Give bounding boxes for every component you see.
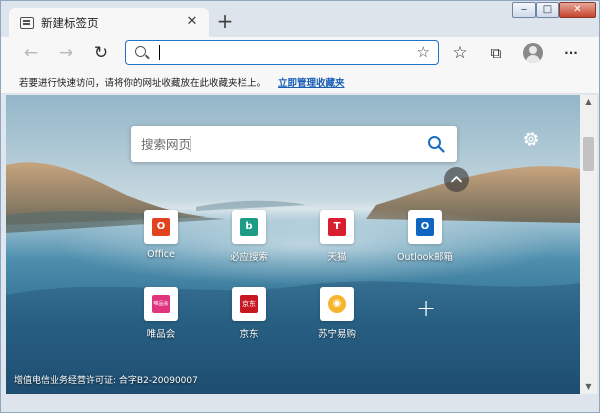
- minimize-button[interactable]: ‒: [512, 2, 536, 18]
- web-search-input[interactable]: [141, 134, 391, 154]
- more-icon: ···: [564, 46, 578, 60]
- arrow-right-icon: →: [58, 43, 74, 63]
- chevron-up-icon: [451, 176, 462, 183]
- web-search-box[interactable]: [131, 126, 457, 162]
- quick-link-tile: O: [408, 210, 442, 244]
- new-tab-page-icon: [20, 17, 34, 29]
- close-tab-icon[interactable]: ✕: [183, 13, 201, 31]
- vip-icon: 唯品会: [152, 295, 170, 313]
- favorites-bar: 若要进行快速访问，请将你的网址收藏放在此收藏夹栏上。 立即管理收藏夹: [1, 70, 599, 94]
- quick-link-office[interactable]: O Office: [126, 210, 196, 260]
- browser-window: 新建标签页 ✕ + ‒ □ ✕ ← → ↻ ☆ ☆ ⧉ ··· 若要进行快速访问…: [0, 0, 600, 413]
- quick-link-label: 天猫: [327, 252, 347, 263]
- tmall-icon: T: [328, 218, 346, 236]
- manage-favorites-link[interactable]: 立即管理收藏夹: [278, 75, 345, 89]
- tab-strip: 新建标签页 ✕ + ‒ □ ✕: [1, 1, 599, 37]
- search-icon: [135, 46, 146, 57]
- close-window-button[interactable]: ✕: [559, 2, 596, 18]
- quick-link-suning[interactable]: ◉ 苏宁易购: [302, 287, 372, 340]
- refresh-icon: ↻: [93, 43, 109, 63]
- license-footer: 增值电信业务经营许可证: 合字B2-20090007: [14, 376, 198, 386]
- back-button[interactable]: ←: [19, 42, 43, 64]
- minimize-icon: ‒: [520, 4, 528, 15]
- collapse-button[interactable]: [444, 167, 469, 192]
- gear-icon[interactable]: [521, 129, 541, 149]
- bing-icon: b: [240, 218, 258, 236]
- search-icon[interactable]: [427, 135, 445, 153]
- navigation-toolbar: ← → ↻ ☆ ☆ ⧉ ···: [1, 37, 599, 70]
- plus-icon: +: [415, 294, 437, 322]
- quick-link-label: Office: [147, 249, 175, 260]
- quick-link-tile: 唯品会: [144, 287, 178, 321]
- arrow-left-icon: ←: [23, 43, 39, 63]
- quick-link-bing[interactable]: b 必应搜索: [214, 210, 284, 263]
- tab-new-tab[interactable]: 新建标签页 ✕: [9, 8, 209, 37]
- quick-link-label: 唯品会: [146, 329, 176, 340]
- profile-avatar[interactable]: [523, 43, 543, 63]
- quick-link-tile: b: [232, 210, 266, 244]
- collections-button[interactable]: ⧉: [484, 42, 508, 64]
- add-quick-link-button[interactable]: +: [412, 295, 440, 323]
- maximize-button[interactable]: □: [536, 2, 559, 18]
- quick-link-label: 必应搜索: [229, 252, 268, 263]
- quick-link-outlook[interactable]: O Outlook邮箱: [390, 210, 460, 263]
- jd-icon: 京东: [240, 295, 258, 313]
- address-input[interactable]: [158, 43, 408, 61]
- favorites-star-icon: ☆: [452, 43, 468, 63]
- new-tab-button[interactable]: +: [212, 9, 238, 35]
- close-icon: ✕: [573, 4, 582, 15]
- office-icon: O: [152, 218, 170, 236]
- suning-icon: ◉: [328, 295, 346, 313]
- text-caret: [159, 45, 160, 60]
- outlook-icon: O: [416, 218, 434, 236]
- search-divider: [190, 136, 191, 152]
- add-favorite-icon[interactable]: ☆: [417, 43, 430, 61]
- quick-link-tile: 京东: [232, 287, 266, 321]
- forward-button[interactable]: →: [54, 42, 78, 64]
- collections-icon: ⧉: [490, 44, 502, 62]
- quick-link-label: 苏宁易购: [317, 329, 356, 340]
- quick-link-tmall[interactable]: T 天猫: [302, 210, 372, 263]
- refresh-button[interactable]: ↻: [89, 42, 113, 64]
- scroll-up-arrow-icon[interactable]: ▲: [580, 95, 597, 109]
- quick-link-tile: ◉: [320, 287, 354, 321]
- address-bar[interactable]: ☆: [125, 40, 439, 65]
- quick-link-label: 京东: [239, 329, 259, 340]
- scroll-down-arrow-icon[interactable]: ▼: [580, 380, 597, 394]
- vertical-scrollbar[interactable]: ▲ ▼: [580, 95, 597, 394]
- settings-menu-button[interactable]: ···: [559, 42, 583, 64]
- maximize-icon: □: [542, 4, 553, 15]
- favorites-button[interactable]: ☆: [448, 42, 472, 64]
- quick-link-tile: T: [320, 210, 354, 244]
- quick-link-vip[interactable]: 唯品会 唯品会: [126, 287, 196, 340]
- new-tab-page: O Office b 必应搜索 T 天猫 O Outlook邮箱 唯品会: [6, 95, 580, 394]
- quick-link-label: Outlook邮箱: [397, 252, 453, 263]
- window-bottom-frame: [1, 394, 599, 412]
- tab-title: 新建标签页: [41, 16, 99, 30]
- favorites-bar-message: 若要进行快速访问，请将你的网址收藏放在此收藏夹栏上。: [19, 78, 267, 89]
- quick-link-tile: O: [144, 210, 178, 244]
- quick-link-jd[interactable]: 京东 京东: [214, 287, 284, 340]
- scrollbar-thumb[interactable]: [583, 137, 594, 171]
